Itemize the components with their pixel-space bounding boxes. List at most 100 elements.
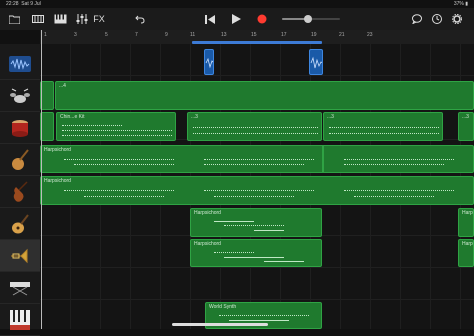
bar-number: 3 xyxy=(74,32,77,38)
note-pattern xyxy=(44,154,470,169)
toolbar: FX xyxy=(0,8,474,30)
my-songs-button[interactable] xyxy=(6,11,22,27)
track-header-guitar[interactable] xyxy=(0,208,40,240)
track-header-audio[interactable] xyxy=(0,48,40,80)
bar-number: 21 xyxy=(339,32,345,38)
count-in-button[interactable] xyxy=(430,11,444,27)
waveform xyxy=(310,56,322,69)
midi-region-harpsichord[interactable]: Harpsichord xyxy=(190,239,322,267)
bar-number: 7 xyxy=(135,32,138,38)
midi-region-drums[interactable] xyxy=(40,81,54,110)
midi-region-chinese-kit[interactable]: ...3 xyxy=(323,112,443,141)
track-header-drums[interactable] xyxy=(0,80,40,112)
taiko-drum-icon xyxy=(12,119,28,137)
mixer-button[interactable] xyxy=(74,11,90,27)
audio-region[interactable] xyxy=(204,49,214,75)
play-button[interactable] xyxy=(228,11,244,27)
tracks-area[interactable]: ...4 Chin...e Kit ...3 ...3 ...3 Harpsic… xyxy=(40,44,474,329)
record-icon xyxy=(257,14,267,24)
bar-number: 17 xyxy=(281,32,287,38)
midi-region-harpsichord[interactable]: Harpsichord xyxy=(458,239,474,267)
region-label: Harpsichord xyxy=(194,210,221,216)
midi-region-chinese-kit[interactable]: ...3 xyxy=(458,112,474,141)
track-header-chinese-kit[interactable] xyxy=(0,112,40,144)
go-to-start-button[interactable] xyxy=(202,11,218,27)
home-indicator[interactable] xyxy=(172,323,268,326)
undo-icon xyxy=(135,15,145,24)
drum-kit-icon xyxy=(10,88,30,103)
region-label: Chin...e Kit xyxy=(60,114,85,120)
status-bar: 22:28 Sat 9 Jul 37% ▮ xyxy=(0,0,474,8)
note-pattern xyxy=(191,121,318,137)
midi-region-chinese-kit[interactable]: Chin...e Kit xyxy=(56,112,176,141)
sliders-icon xyxy=(76,14,88,24)
undo-button[interactable] xyxy=(133,11,147,27)
clock-icon xyxy=(432,14,442,24)
bar-number: 15 xyxy=(251,32,257,38)
midi-region-harpsichord[interactable]: Harpsichord xyxy=(40,176,474,205)
midi-region-drums[interactable]: ...4 xyxy=(55,81,474,110)
region-label: Harpsichord xyxy=(44,147,71,153)
folder-icon xyxy=(8,15,20,24)
audio-waveform-icon xyxy=(9,55,31,72)
waveform xyxy=(205,57,213,69)
gear-icon xyxy=(452,14,462,24)
piano-keys-icon xyxy=(54,14,66,24)
metronome-button[interactable] xyxy=(410,11,424,27)
bar-number: 23 xyxy=(367,32,373,38)
note-pattern xyxy=(194,217,318,233)
violin-icon xyxy=(13,180,28,202)
track-lane xyxy=(40,268,474,300)
chat-bubble-icon xyxy=(412,14,422,24)
status-time: 22:28 Sat 9 Jul xyxy=(6,1,41,7)
audio-region[interactable] xyxy=(309,49,323,75)
region-divider xyxy=(322,145,324,173)
brass-icon xyxy=(11,248,28,263)
track-header-pipa[interactable] xyxy=(0,144,40,176)
region-label: ...3 xyxy=(462,114,469,120)
acoustic-guitar-icon xyxy=(12,213,29,233)
note-pattern xyxy=(327,121,439,137)
track-header-world-piano[interactable] xyxy=(0,304,40,336)
bar-number: 11 xyxy=(190,32,196,38)
status-battery: 37% ▮ xyxy=(453,1,468,7)
region-label: Harpsichord xyxy=(462,210,473,216)
bar-number: 19 xyxy=(311,32,317,38)
master-volume-slider[interactable] xyxy=(282,11,340,27)
midi-region-chinese-kit[interactable]: ...3 xyxy=(187,112,322,141)
midi-region-chinese-kit[interactable] xyxy=(40,112,54,141)
bar-number: 5 xyxy=(105,32,108,38)
track-header-brass[interactable] xyxy=(0,240,40,272)
region-label: ...4 xyxy=(59,83,66,89)
region-label: ...3 xyxy=(327,114,334,120)
region-label: Harpsichord xyxy=(194,241,221,247)
pipa-icon xyxy=(12,148,29,170)
region-label: Harpsichord xyxy=(44,178,71,184)
record-button[interactable] xyxy=(254,11,270,27)
browser-button[interactable] xyxy=(30,11,46,27)
bar-number: 9 xyxy=(165,32,168,38)
bar-number: 1 xyxy=(44,32,47,38)
track-header-keyboard[interactable] xyxy=(0,272,40,304)
playhead[interactable] xyxy=(41,30,42,329)
note-pattern xyxy=(44,185,470,201)
note-pattern xyxy=(60,121,172,137)
fx-button[interactable]: FX xyxy=(90,11,108,27)
play-icon xyxy=(231,14,241,24)
track-headers xyxy=(0,44,41,336)
region-label: World Synth xyxy=(209,304,237,310)
volume-slider-track xyxy=(282,15,340,23)
midi-region-harpsichord[interactable]: Harpsichord xyxy=(190,208,322,237)
bar-number: 13 xyxy=(221,32,227,38)
track-lane xyxy=(40,44,474,76)
region-label: Harpsichord xyxy=(462,241,473,247)
piano-keyboard-button[interactable] xyxy=(52,11,68,27)
midi-region-harpsichord[interactable]: Harpsichord xyxy=(458,208,474,237)
keyboard-stand-icon xyxy=(10,281,30,295)
note-pattern xyxy=(194,248,318,263)
midi-region-harpsichord[interactable]: Harpsichord xyxy=(40,145,474,173)
instrument-browser-icon xyxy=(32,15,44,23)
region-label: ...3 xyxy=(191,114,198,120)
settings-button[interactable] xyxy=(450,11,464,27)
track-header-strings[interactable] xyxy=(0,176,40,208)
